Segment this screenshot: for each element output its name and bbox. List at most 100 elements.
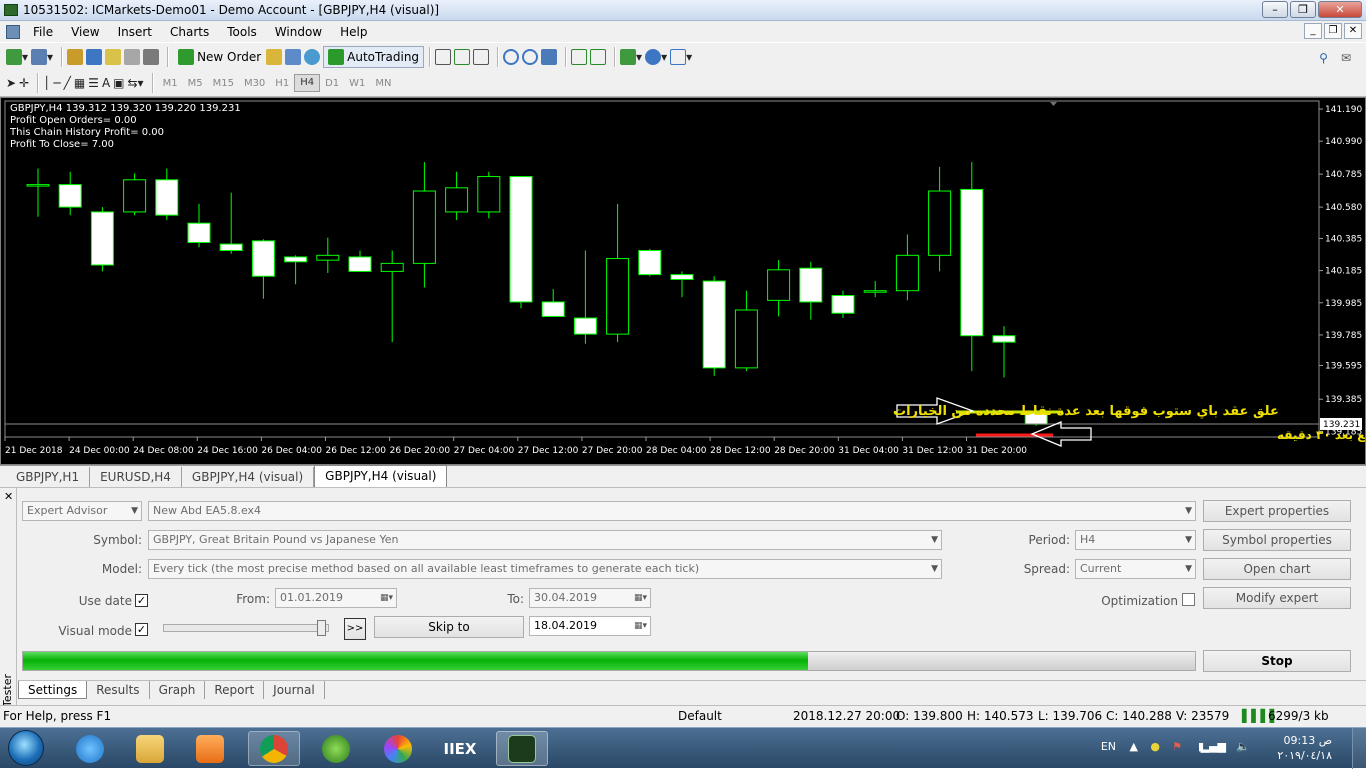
- taskbar-picasa[interactable]: [372, 731, 424, 766]
- use-date-checkbox[interactable]: ✓: [135, 594, 148, 607]
- menu-insert[interactable]: Insert: [109, 25, 161, 39]
- timeframe-mn[interactable]: MN: [370, 78, 396, 89]
- horizontal-line-button[interactable]: ─: [53, 72, 60, 94]
- tray-app-icon[interactable]: ●: [1150, 740, 1160, 753]
- mdi-restore-button[interactable]: ❐: [1324, 23, 1342, 39]
- tab-graph[interactable]: Graph: [150, 681, 206, 699]
- start-button[interactable]: [8, 730, 44, 766]
- volume-icon[interactable]: 🔈: [1236, 740, 1250, 753]
- timeframe-h1[interactable]: H1: [270, 78, 294, 89]
- strategy-tester-button[interactable]: [143, 46, 160, 68]
- minimize-button[interactable]: –: [1262, 1, 1288, 18]
- cursor-button[interactable]: ➤: [6, 72, 16, 94]
- trendline-button[interactable]: ╱: [64, 72, 71, 94]
- arrows-button[interactable]: ⇆▾: [128, 72, 144, 94]
- tester-type-select[interactable]: Expert Advisor ▼: [22, 501, 142, 521]
- tab-settings[interactable]: Settings: [18, 681, 88, 699]
- close-button[interactable]: ✕: [1318, 1, 1362, 18]
- expert-file-select[interactable]: New Abd EA5.8.ex4 ▼: [148, 501, 1196, 521]
- system-clock[interactable]: ص 09:13 ٢٠١٩/٠٤/١٨: [1277, 733, 1332, 763]
- candlestick-button[interactable]: [454, 46, 471, 68]
- text-button[interactable]: A: [102, 72, 110, 94]
- taskbar-iiex[interactable]: IIEX: [434, 731, 486, 766]
- expert-properties-button[interactable]: Expert properties: [1203, 500, 1351, 522]
- mdi-close-button[interactable]: ✕: [1344, 23, 1362, 39]
- optimization-checkbox[interactable]: [1182, 593, 1195, 606]
- skip-to-date-field[interactable]: 18.04.2019 ▦▾: [529, 616, 651, 636]
- symbol-properties-button[interactable]: Symbol properties: [1203, 529, 1351, 551]
- menu-charts[interactable]: Charts: [161, 25, 218, 39]
- skip-forward-button[interactable]: >>: [344, 618, 366, 640]
- visual-speed-slider[interactable]: [163, 620, 329, 636]
- menu-window[interactable]: Window: [266, 25, 331, 39]
- restore-button[interactable]: ❐: [1290, 1, 1316, 18]
- tile-windows-button[interactable]: [541, 46, 558, 68]
- menu-help[interactable]: Help: [331, 25, 376, 39]
- tab-journal[interactable]: Journal: [264, 681, 325, 699]
- show-desktop-button[interactable]: [1352, 728, 1366, 769]
- language-indicator[interactable]: EN: [1101, 740, 1116, 753]
- chart-tab-gbpjpy-h4-visual-active[interactable]: GBPJPY,H4 (visual): [314, 465, 448, 487]
- taskbar-media[interactable]: [184, 731, 236, 766]
- auto-scroll-button[interactable]: [590, 46, 607, 68]
- signals-button[interactable]: [285, 46, 302, 68]
- market-watch-button[interactable]: [67, 46, 84, 68]
- network-icon[interactable]: ▂▄▆: [1201, 740, 1226, 753]
- zoom-out-button[interactable]: [522, 46, 539, 68]
- taskbar-chrome[interactable]: [248, 731, 300, 766]
- templates-button[interactable]: ▾: [670, 46, 692, 68]
- crosshair-button[interactable]: ✛: [19, 72, 29, 94]
- timeframe-m1[interactable]: M1: [158, 78, 183, 89]
- menu-file[interactable]: File: [24, 25, 62, 39]
- stop-button[interactable]: Stop: [1203, 650, 1351, 672]
- line-chart-button[interactable]: [473, 46, 490, 68]
- navigator-button[interactable]: [105, 46, 122, 68]
- mdi-minimize-button[interactable]: _: [1304, 23, 1322, 39]
- visual-mode-checkbox[interactable]: ✓: [135, 623, 148, 636]
- data-window-button[interactable]: [86, 46, 103, 68]
- vertical-line-button[interactable]: │: [43, 72, 50, 94]
- chart-tab-eurusd-h4[interactable]: EURUSD,H4: [90, 467, 182, 487]
- open-chart-button[interactable]: Open chart: [1203, 558, 1351, 580]
- menu-tools[interactable]: Tools: [218, 25, 266, 39]
- model-select[interactable]: Every tick (the most precise method base…: [148, 559, 942, 579]
- autotrading-button[interactable]: AutoTrading: [323, 45, 425, 68]
- symbol-select[interactable]: GBPJPY, Great Britain Pound vs Japanese …: [148, 530, 942, 550]
- menu-view[interactable]: View: [62, 25, 108, 39]
- close-tester-icon[interactable]: ✕: [4, 490, 13, 503]
- modify-expert-button[interactable]: Modify expert: [1203, 587, 1351, 609]
- bar-chart-button[interactable]: [435, 46, 452, 68]
- period-select[interactable]: H4 ▼: [1075, 530, 1196, 550]
- to-date-field[interactable]: 30.04.2019 ▦▾: [529, 588, 651, 608]
- candlestick-chart[interactable]: 141.190 140.990 140.785 140.580 140.385 140.1…: [1, 98, 1365, 464]
- timeframe-m15[interactable]: M15: [208, 78, 239, 89]
- fibonacci-button[interactable]: ☰: [88, 72, 99, 94]
- timeframe-m30[interactable]: M30: [239, 78, 270, 89]
- chart-tab-gbpjpy-h4-visual[interactable]: GBPJPY,H4 (visual): [182, 467, 315, 487]
- new-chart-button[interactable]: ▾: [6, 46, 28, 68]
- terminal-button[interactable]: [124, 46, 141, 68]
- tray-flag-icon[interactable]: ⚑: [1172, 740, 1182, 753]
- chart-tab-gbpjpy-h1[interactable]: GBPJPY,H1: [6, 467, 91, 487]
- search-icon[interactable]: ⚲: [1319, 47, 1328, 69]
- timeframe-m5[interactable]: M5: [183, 78, 208, 89]
- zoom-in-button[interactable]: [503, 46, 520, 68]
- slider-thumb[interactable]: [317, 620, 326, 636]
- new-order-button[interactable]: New Order: [173, 46, 266, 68]
- taskbar-idm[interactable]: [310, 731, 362, 766]
- radio-button[interactable]: [304, 46, 321, 68]
- chart-window[interactable]: 141.190 140.990 140.785 140.580 140.385 140.1…: [0, 97, 1366, 465]
- timeframe-w1[interactable]: W1: [344, 78, 370, 89]
- chart-shift-button[interactable]: [571, 46, 588, 68]
- indicators-button[interactable]: ▾: [620, 46, 642, 68]
- spread-select[interactable]: Current ▼: [1075, 559, 1196, 579]
- text-label-button[interactable]: ▣: [113, 72, 124, 94]
- from-date-field[interactable]: 01.01.2019 ▦▾: [275, 588, 397, 608]
- tab-report[interactable]: Report: [205, 681, 265, 699]
- timeframe-d1[interactable]: D1: [320, 78, 344, 89]
- tab-results[interactable]: Results: [87, 681, 150, 699]
- timeframe-h4[interactable]: H4: [294, 74, 321, 92]
- profiles-button[interactable]: ▾: [31, 46, 53, 68]
- equidistant-channel-button[interactable]: ▦: [74, 72, 85, 94]
- tray-expand-icon[interactable]: ▲: [1130, 740, 1138, 753]
